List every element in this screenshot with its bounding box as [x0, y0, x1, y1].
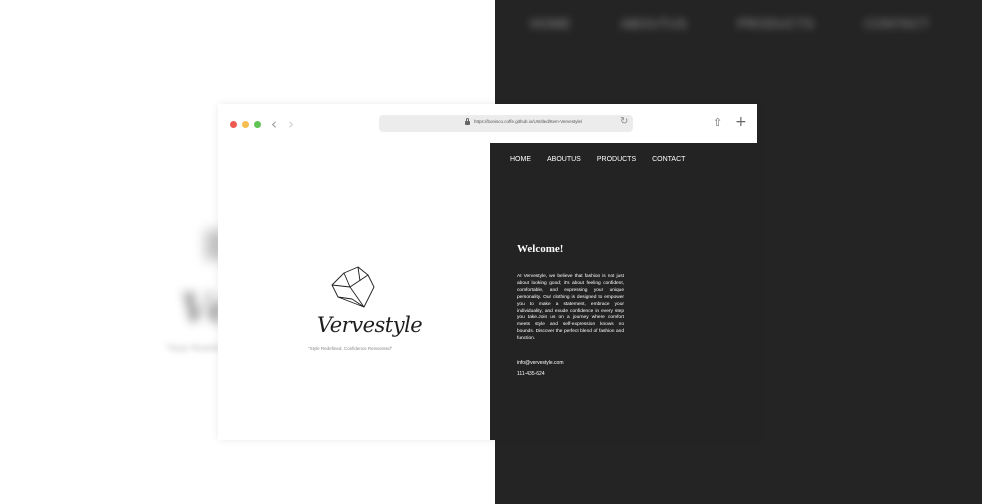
welcome-heading: Welcome! [517, 243, 564, 255]
about-paragraph: At Vervestyle, we believe that fashion i… [517, 274, 624, 342]
contact-phone: 111-435-624 [517, 371, 545, 377]
lock-icon [465, 118, 470, 125]
close-window-button[interactable] [230, 121, 237, 128]
contact-email[interactable]: info@vervestyle.com [517, 360, 563, 366]
nav-link-home[interactable]: HOME [510, 156, 531, 163]
brand-tagline: "Style Redefined, Confidence Reinvented" [308, 346, 393, 351]
brand-panel: Vervestyle "Style Redefined, Confidence … [218, 143, 490, 440]
maximize-window-button[interactable] [254, 121, 261, 128]
blurred-nav-item: PRODUCTS [737, 16, 815, 31]
browser-toolbar: ‹ › https://bonisco.coffe.github.io/Unti… [218, 104, 757, 144]
web-page: Vervestyle "Style Redefined, Confidence … [218, 143, 757, 440]
url-text: https://bonisco.coffe.github.io/Untitled… [474, 119, 583, 124]
share-icon[interactable]: ⇧ [713, 116, 722, 129]
minimize-window-button[interactable] [242, 121, 249, 128]
browser-window: ‹ › https://bonisco.coffe.github.io/Unti… [218, 104, 757, 440]
nav-link-contact[interactable]: CONTACT [652, 156, 685, 163]
back-icon[interactable]: ‹ [271, 116, 277, 132]
nav-link-products[interactable]: PRODUCTS [597, 156, 636, 163]
new-tab-icon[interactable]: + [735, 114, 747, 130]
blurred-nav-item: ABOUTUS [621, 16, 688, 31]
brand-name: Vervestyle [317, 313, 423, 337]
site-navigation: HOME ABOUTUS PRODUCTS CONTACT [510, 156, 685, 163]
nav-link-aboutus[interactable]: ABOUTUS [547, 156, 581, 163]
blurred-nav-item: CONTACT [864, 16, 930, 31]
brand-logo-icon [331, 266, 375, 308]
forward-icon[interactable]: › [288, 116, 294, 132]
blurred-nav-item: HOME [530, 16, 571, 31]
address-bar[interactable]: https://bonisco.coffe.github.io/Untitled… [379, 115, 633, 132]
background-blurred-nav: HOME ABOUTUS PRODUCTS CONTACT [530, 16, 930, 31]
reload-icon[interactable]: ↻ [620, 116, 628, 127]
content-panel: HOME ABOUTUS PRODUCTS CONTACT Welcome! A… [490, 143, 757, 440]
